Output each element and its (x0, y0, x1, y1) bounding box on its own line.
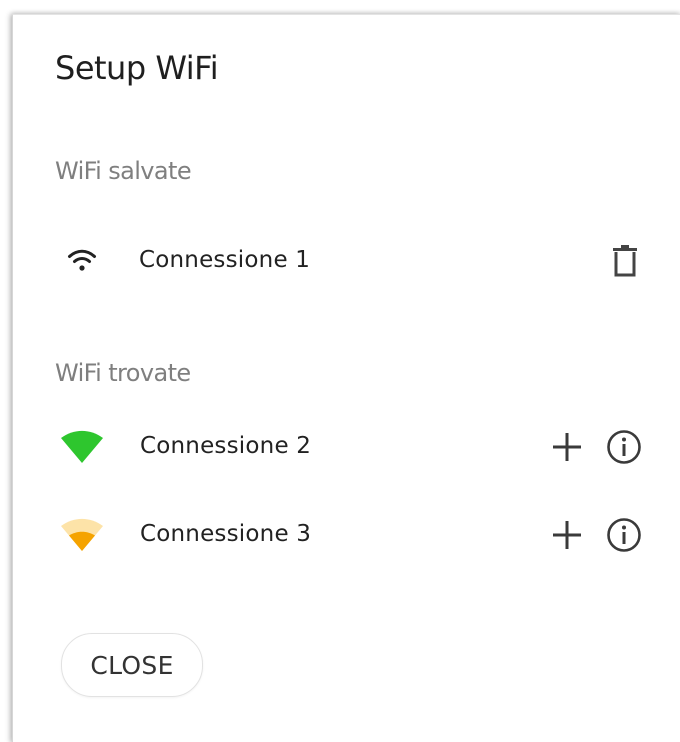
info-icon (606, 429, 642, 465)
wifi-ssid: Connessione 3 (140, 521, 312, 547)
saved-wifi-item[interactable]: Connessione 1 (53, 233, 653, 289)
found-wifi-heading: WiFi trovate (55, 359, 191, 387)
delete-wifi-button[interactable] (603, 239, 647, 283)
screen: Setup WiFi WiFi salvate Connessione 1 Wi… (0, 0, 680, 742)
add-wifi-button[interactable] (545, 513, 589, 557)
add-wifi-button[interactable] (545, 425, 589, 469)
trash-icon (611, 244, 639, 278)
wifi-ssid: Connessione 2 (140, 433, 312, 459)
add-icon (552, 520, 582, 550)
wifi-ssid: Connessione 1 (139, 247, 311, 273)
dialog-title: Setup WiFi (55, 49, 219, 87)
wifi-info-button[interactable] (602, 513, 646, 557)
close-button[interactable]: CLOSE (61, 633, 203, 697)
info-icon (606, 517, 642, 553)
wifi-icon (53, 233, 111, 289)
setup-wifi-dialog: Setup WiFi WiFi salvate Connessione 1 Wi… (12, 14, 680, 742)
wifi-info-button[interactable] (602, 425, 646, 469)
wifi-signal-strong-icon (53, 419, 111, 475)
saved-wifi-heading: WiFi salvate (55, 157, 192, 185)
add-icon (552, 432, 582, 462)
found-wifi-item[interactable]: Connessione 2 (53, 419, 653, 475)
found-wifi-item[interactable]: Connessione 3 (53, 507, 653, 563)
wifi-signal-weak-icon (53, 507, 111, 563)
